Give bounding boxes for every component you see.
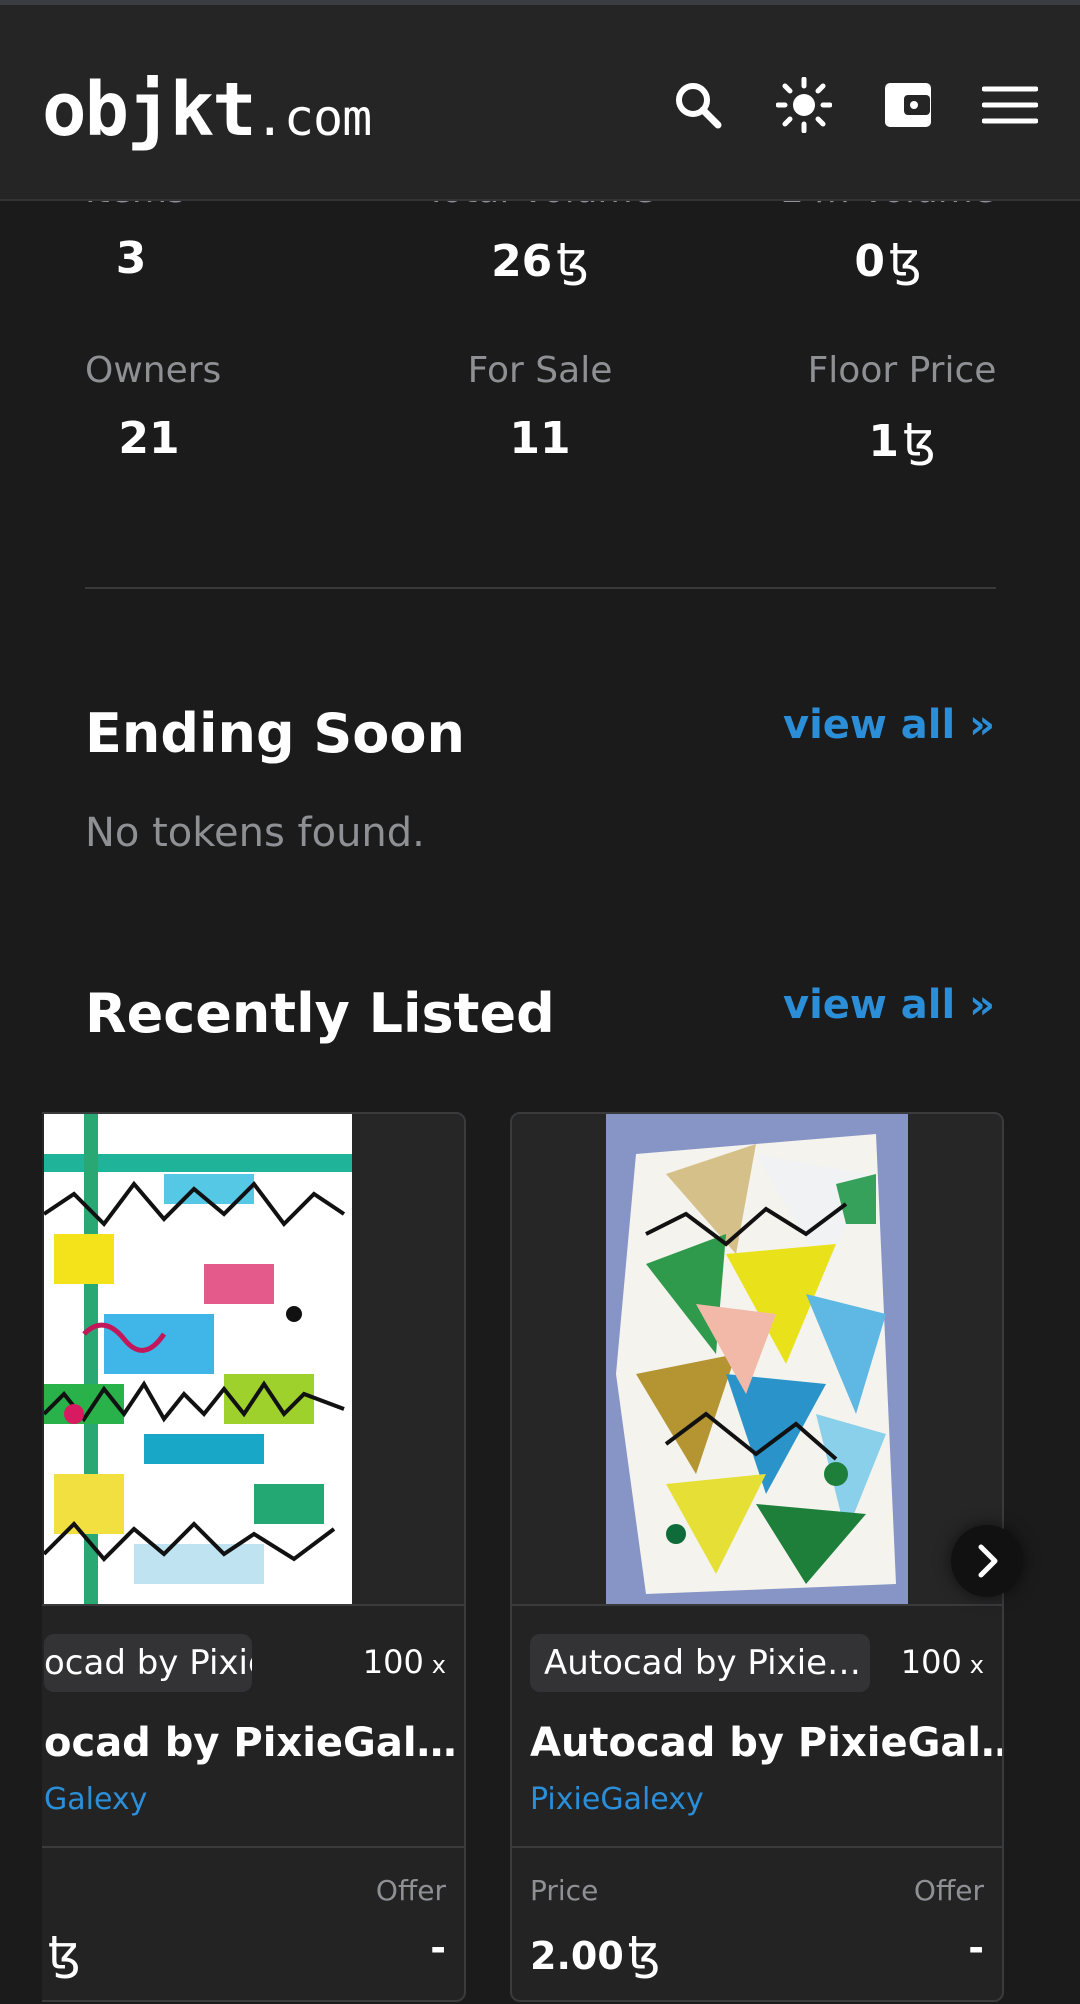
recently-listed-carousel[interactable]: ocad by Pixie… 100x ocad by PixieGal… Ga… (42, 1110, 1080, 2004)
artist-link[interactable]: PixieGalexy (530, 1782, 704, 1817)
stat-label: For Sale (467, 350, 613, 391)
site-logo[interactable]: objkt.com (42, 67, 372, 153)
carousel-next-button[interactable] (951, 1525, 1023, 1597)
sun-icon[interactable] (776, 77, 832, 133)
token-card[interactable]: Autocad by Pixie… 100 x Autocad by PixieG… (510, 1112, 1004, 2002)
stat-label: Owners (85, 350, 222, 391)
recently-listed-view-all-link[interactable]: view all » (783, 982, 995, 1028)
tez-symbol: ꜩ (888, 233, 922, 287)
stat-value: 21 (118, 413, 180, 464)
artist-link[interactable]: Galexy (44, 1782, 147, 1817)
tez-symbol: ꜩ (902, 413, 936, 467)
stat-value: 26ꜩ (491, 233, 589, 287)
section-divider (85, 587, 996, 589)
edition-count: 100 x (900, 1643, 984, 1681)
token-media[interactable] (42, 1114, 464, 1606)
offer-label: Offer (913, 1874, 984, 1907)
ending-soon-title: Ending Soon (85, 702, 465, 765)
logo-main-text: objkt (42, 67, 257, 153)
offer-label: Offer (375, 1874, 446, 1907)
collection-tag[interactable]: Autocad by Pixie… (530, 1634, 870, 1692)
stat-label: Floor Price (807, 350, 997, 391)
offer-value: - (968, 1926, 984, 1970)
price-value: ꜩ (44, 1926, 81, 1980)
price-label: Price (530, 1874, 599, 1907)
wallet-icon[interactable] (880, 77, 936, 133)
token-artwork (606, 1114, 908, 1604)
card-divider (512, 1846, 1002, 1848)
tez-symbol: ꜩ (48, 1926, 81, 1980)
logo-sub-text: .com (254, 89, 372, 147)
card-divider (42, 1846, 464, 1848)
token-card[interactable]: ocad by Pixie… 100x ocad by PixieGal… Ga… (42, 1112, 466, 2002)
stat-for-sale: For Sale 11 (440, 350, 640, 464)
token-artwork (44, 1114, 352, 1604)
edition-count: 100 x (362, 1643, 446, 1681)
menu-icon[interactable] (982, 77, 1038, 133)
recently-listed-title: Recently Listed (85, 982, 555, 1045)
stat-floor-price: Floor Price 1ꜩ (796, 350, 1008, 467)
price-value: 2.00ꜩ (530, 1926, 661, 1980)
site-header: objkt.com (0, 5, 1080, 201)
stat-owners: Owners 21 (85, 350, 222, 464)
stat-value: 1ꜩ (868, 413, 936, 467)
ending-soon-view-all-link[interactable]: view all » (783, 702, 995, 748)
token-title[interactable]: ocad by PixieGal… (44, 1720, 457, 1766)
stat-value: 0ꜩ (854, 233, 922, 287)
tez-symbol: ꜩ (627, 1926, 661, 1980)
stat-value: 11 (509, 413, 571, 464)
offer-value: - (430, 1926, 446, 1970)
ending-soon-empty-message: No tokens found. (85, 810, 425, 856)
chevron-right-icon (978, 1544, 998, 1578)
token-title[interactable]: Autocad by PixieGal… (530, 1720, 1002, 1766)
tez-symbol: ꜩ (556, 233, 589, 287)
stat-value: 3 (115, 233, 147, 284)
search-icon[interactable] (670, 77, 726, 133)
collection-tag[interactable]: ocad by Pixie… (44, 1634, 252, 1692)
token-media[interactable] (512, 1114, 1002, 1606)
